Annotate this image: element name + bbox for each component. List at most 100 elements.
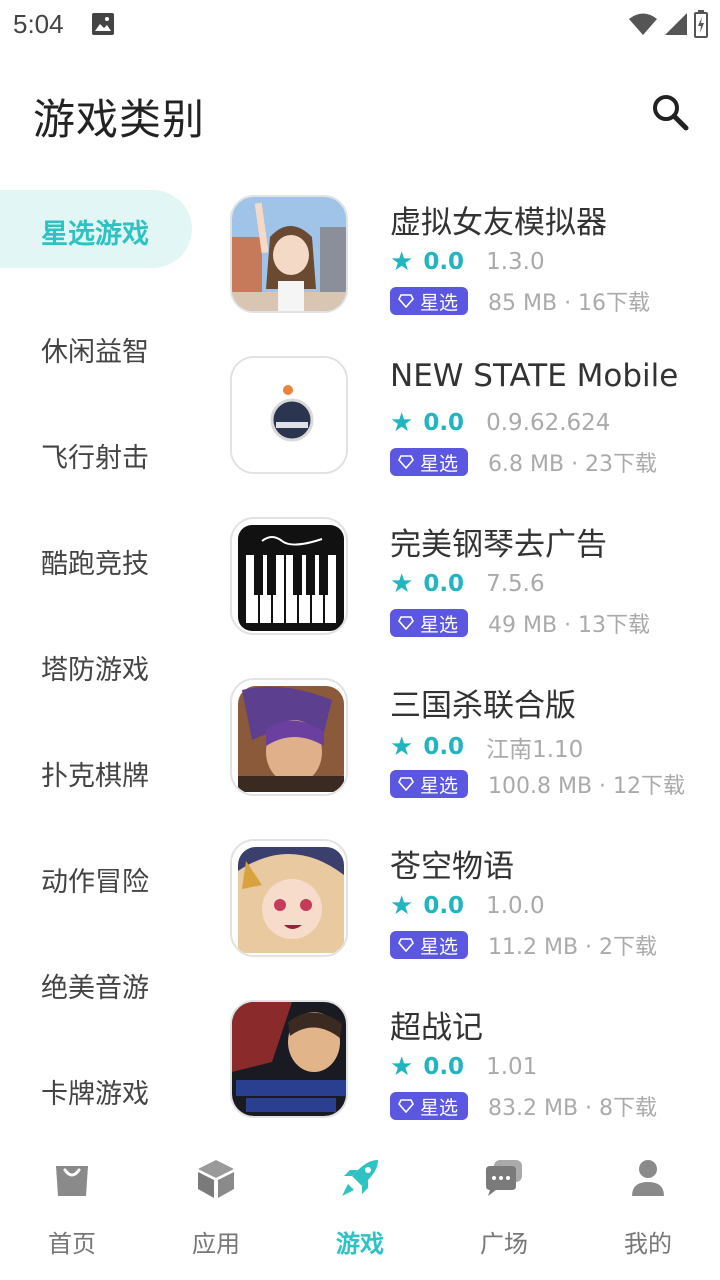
rating-row: ★ 0.0 7.5.6 bbox=[390, 569, 545, 599]
diamond-icon bbox=[398, 938, 414, 952]
nav-games[interactable]: 游戏 bbox=[288, 1136, 432, 1280]
sidebar-item-casual-puzzle[interactable]: 休闲益智 bbox=[0, 296, 200, 402]
bottom-nav: 首页 应用 游戏 广场 我的 bbox=[0, 1136, 720, 1280]
size-downloads: 100.8 MB · 12下载 bbox=[488, 774, 686, 799]
game-name: 完美钢琴去广告 bbox=[390, 527, 607, 563]
list-item[interactable]: NEW STATE Mobile ★ 0.0 0.9.62.624 星选 6.8… bbox=[230, 356, 710, 517]
status-time: 5:04 bbox=[13, 9, 64, 39]
badge-label: 星选 bbox=[420, 452, 459, 475]
search-icon bbox=[653, 95, 689, 131]
rating-row: ★ 0.0 1.01 bbox=[390, 1052, 537, 1082]
sidebar-item-music-games[interactable]: 绝美音游 bbox=[0, 932, 200, 1038]
nav-plaza-label: 广场 bbox=[480, 1230, 528, 1258]
game-list: 虚拟女友模拟器 ★ 0.0 1.3.0 星选 85 MB · 16下载 NEW … bbox=[230, 195, 710, 1161]
nav-home[interactable]: 首页 bbox=[0, 1136, 144, 1280]
nav-games-label: 游戏 bbox=[336, 1230, 384, 1258]
badge-label: 星选 bbox=[420, 774, 459, 797]
featured-badge: 星选 bbox=[390, 770, 469, 798]
meta-row: 星选 49 MB · 13下载 bbox=[390, 607, 650, 639]
status-bar: 5:04 bbox=[0, 0, 720, 50]
meta-row: 星选 6.8 MB · 23下载 bbox=[390, 446, 657, 478]
sidebar-item-poker-chess[interactable]: 扑克棋牌 bbox=[0, 720, 200, 826]
size-downloads: 85 MB · 16下载 bbox=[488, 291, 651, 316]
anime-character-icon[interactable] bbox=[230, 839, 348, 957]
bag-icon bbox=[50, 1156, 94, 1200]
rating-score: 0.0 bbox=[423, 734, 465, 760]
rocket-icon bbox=[338, 1156, 382, 1200]
version-text: 0.9.62.624 bbox=[486, 410, 611, 436]
game-name: 虚拟女友模拟器 bbox=[390, 205, 607, 241]
rating-score: 0.0 bbox=[423, 249, 465, 275]
badge-label: 星选 bbox=[420, 935, 459, 958]
version-text: 7.5.6 bbox=[486, 571, 545, 597]
nav-apps[interactable]: 应用 bbox=[144, 1136, 288, 1280]
list-item[interactable]: 完美钢琴去广告 ★ 0.0 7.5.6 星选 49 MB · 13下载 bbox=[230, 517, 710, 678]
ultra-battle-icon[interactable] bbox=[230, 1000, 348, 1118]
wifi-icon bbox=[628, 11, 658, 41]
featured-badge: 星选 bbox=[390, 609, 469, 637]
sidebar-item-label: 星选游戏 bbox=[41, 219, 149, 250]
sidebar-item-action-adventure[interactable]: 动作冒险 bbox=[0, 826, 200, 932]
featured-badge: 星选 bbox=[390, 1092, 469, 1120]
sidebar-item-label: 扑克棋牌 bbox=[41, 760, 149, 792]
nav-plaza[interactable]: 广场 bbox=[432, 1136, 576, 1280]
sidebar-item-parkour-racing[interactable]: 酷跑竞技 bbox=[0, 508, 200, 614]
rating-score: 0.0 bbox=[423, 410, 465, 436]
badge-label: 星选 bbox=[420, 291, 459, 314]
nav-mine[interactable]: 我的 bbox=[576, 1136, 720, 1280]
nav-apps-label: 应用 bbox=[192, 1230, 240, 1258]
rating-row: ★ 0.0 0.9.62.624 bbox=[390, 408, 610, 438]
sidebar-item-label: 塔防游戏 bbox=[41, 654, 149, 686]
sidebar-item-label: 绝美音游 bbox=[41, 972, 149, 1004]
game-name: NEW STATE Mobile bbox=[390, 358, 679, 394]
list-item[interactable]: 苍空物语 ★ 0.0 1.0.0 星选 11.2 MB · 2下载 bbox=[230, 839, 710, 1000]
search-button[interactable] bbox=[650, 92, 690, 132]
sidebar-item-tower-defense[interactable]: 塔防游戏 bbox=[0, 614, 200, 720]
rating-score: 0.0 bbox=[423, 893, 465, 919]
sidebar-item-featured-games[interactable]: 星选游戏 bbox=[0, 190, 200, 296]
rating-row: ★ 0.0 1.3.0 bbox=[390, 247, 545, 277]
sidebar-item-label: 飞行射击 bbox=[41, 442, 149, 474]
rating-score: 0.0 bbox=[423, 571, 465, 597]
nav-mine-label: 我的 bbox=[624, 1230, 672, 1258]
page-title: 游戏类别 bbox=[33, 95, 206, 144]
sanguosha-icon[interactable] bbox=[230, 678, 348, 796]
version-text: 1.3.0 bbox=[486, 249, 545, 275]
sidebar-item-label: 卡牌游戏 bbox=[41, 1078, 149, 1110]
diamond-icon bbox=[398, 1099, 414, 1113]
diamond-icon bbox=[398, 455, 414, 469]
sidebar-item-label: 酷跑竞技 bbox=[41, 548, 149, 580]
rating-score: 0.0 bbox=[423, 1054, 465, 1080]
star-icon: ★ bbox=[390, 891, 414, 921]
sidebar-item-flying-shooting[interactable]: 飞行射击 bbox=[0, 402, 200, 508]
diamond-icon bbox=[398, 294, 414, 308]
battery-icon bbox=[694, 10, 708, 42]
chat-icon bbox=[482, 1156, 526, 1200]
sidebar-item-card-games[interactable]: 卡牌游戏 bbox=[0, 1038, 200, 1144]
cube-icon bbox=[194, 1156, 238, 1200]
signal-icon bbox=[664, 11, 688, 41]
version-text: 1.0.0 bbox=[486, 893, 545, 919]
piano-icon[interactable] bbox=[230, 517, 348, 635]
diamond-icon bbox=[398, 777, 414, 791]
rating-row: ★ 0.0 江南1.10 bbox=[390, 730, 583, 764]
diamond-icon bbox=[398, 616, 414, 630]
category-sidebar: 星选游戏 休闲益智 飞行射击 酷跑竞技 塔防游戏 扑克棋牌 动作冒险 绝美音游 … bbox=[0, 190, 200, 1144]
size-downloads: 83.2 MB · 8下载 bbox=[488, 1096, 658, 1121]
featured-badge: 星选 bbox=[390, 931, 469, 959]
size-downloads: 6.8 MB · 23下载 bbox=[488, 452, 658, 477]
size-downloads: 11.2 MB · 2下载 bbox=[488, 935, 658, 960]
game-name: 超战记 bbox=[390, 1010, 483, 1046]
list-item[interactable]: 三国杀联合版 ★ 0.0 江南1.10 星选 100.8 MB · 12下载 bbox=[230, 678, 710, 839]
list-item[interactable]: 虚拟女友模拟器 ★ 0.0 1.3.0 星选 85 MB · 16下载 bbox=[230, 195, 710, 356]
sidebar-item-label: 动作冒险 bbox=[41, 866, 149, 898]
featured-badge: 星选 bbox=[390, 287, 469, 315]
version-text: 江南1.10 bbox=[486, 737, 584, 763]
meta-row: 星选 83.2 MB · 8下载 bbox=[390, 1090, 657, 1122]
badge-label: 星选 bbox=[420, 613, 459, 636]
new-state-icon[interactable] bbox=[230, 356, 348, 474]
star-icon: ★ bbox=[390, 408, 414, 438]
image-notification-icon bbox=[91, 12, 115, 40]
featured-badge: 星选 bbox=[390, 448, 469, 476]
anime-girl-icon[interactable] bbox=[230, 195, 348, 313]
